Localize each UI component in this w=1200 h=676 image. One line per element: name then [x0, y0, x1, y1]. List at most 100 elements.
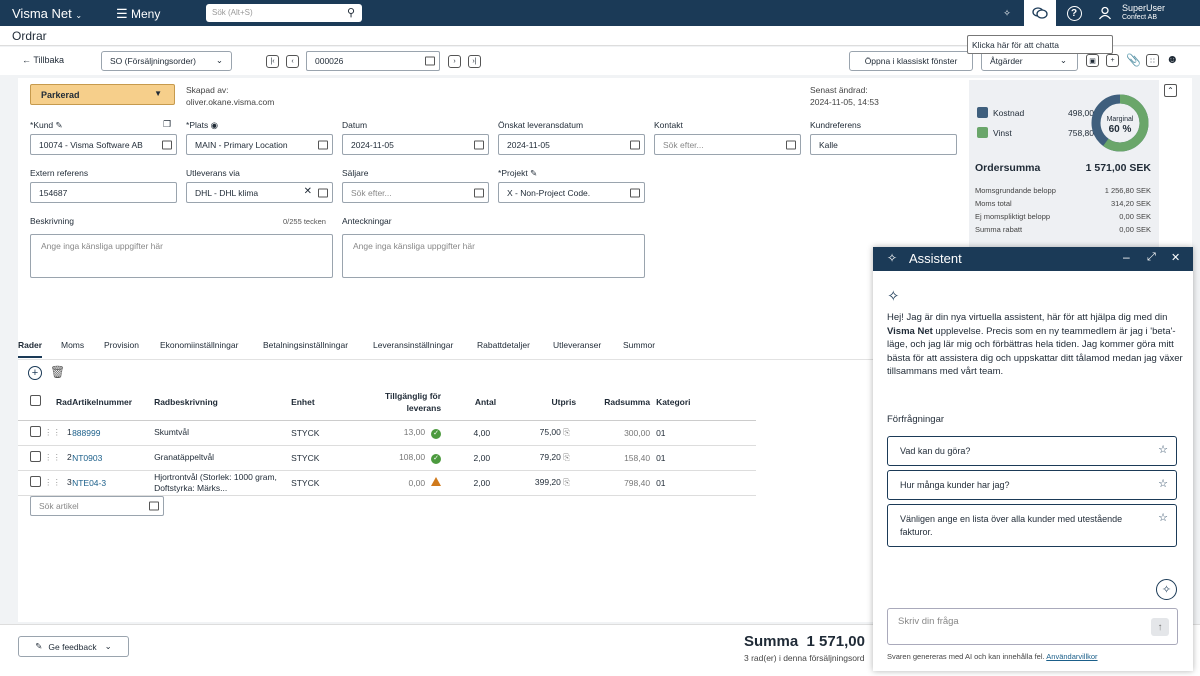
drag-handle-icon[interactable]: ⋮⋮	[44, 477, 61, 487]
tab-ekonomi[interactable]: Ekonomiinställningar	[160, 340, 238, 350]
clear-icon[interactable]: ✕	[304, 186, 312, 197]
chat-icon[interactable]	[1024, 0, 1056, 26]
user-menu[interactable]: SuperUser Confect AB	[1122, 3, 1165, 23]
grid-icon[interactable]: ∷	[1146, 54, 1159, 67]
col-radsumma[interactable]: Radsumma	[576, 384, 657, 421]
close-icon[interactable]: ✕	[1171, 251, 1180, 264]
datum-field[interactable]: 2024-11-05	[342, 134, 489, 155]
col-rad[interactable]: Rad	[42, 384, 73, 421]
row-quantity[interactable]: 2,00	[441, 470, 497, 496]
row-article[interactable]: NT0903	[72, 445, 155, 471]
col-artikel[interactable]: Artikelnummer	[72, 384, 155, 421]
help-icon[interactable]: ?	[1058, 0, 1090, 26]
row-price[interactable]: 399,20 ⎘	[496, 470, 577, 496]
price-override-icon[interactable]: ⎘	[561, 477, 570, 487]
row-checkbox[interactable]	[18, 470, 42, 496]
lookup-icon[interactable]	[162, 140, 172, 149]
kundref-field[interactable]: Kalle	[810, 134, 957, 155]
minimize-icon[interactable]: –	[1123, 250, 1130, 264]
row-checkbox[interactable]	[18, 445, 42, 471]
query-chip[interactable]: Hur många kunder har jag? ☆	[887, 470, 1177, 500]
collapse-icon[interactable]: ⌃	[1164, 84, 1177, 97]
col-antal[interactable]: Antal	[441, 384, 497, 421]
order-number-field[interactable]: 000026	[306, 51, 440, 71]
add-icon[interactable]: +	[1106, 54, 1119, 67]
location-icon[interactable]: ◉	[211, 120, 218, 130]
lookup-icon[interactable]	[474, 188, 484, 197]
feedback-button[interactable]: ✎ Ge feedback ⌄	[18, 636, 129, 657]
star-icon[interactable]: ☆	[1158, 512, 1168, 525]
copy-icon[interactable]: ❐	[163, 119, 171, 130]
extref-field[interactable]: 154687	[30, 182, 177, 203]
calendar-icon[interactable]	[474, 140, 484, 149]
status-select[interactable]: Parkerad ▼	[30, 84, 175, 105]
tab-rader[interactable]: Rader	[18, 340, 43, 358]
sparkle-icon[interactable]: ✧	[991, 0, 1023, 26]
col-utpris[interactable]: Utpris	[496, 384, 577, 421]
saljare-field[interactable]: Sök efter...	[342, 182, 489, 203]
col-besk[interactable]: Radbeskrivning	[154, 384, 292, 421]
anteckningar-textarea[interactable]: Ange inga känsliga uppgifter här	[342, 234, 645, 278]
drag-handle-icon[interactable]: ⋮⋮	[44, 452, 61, 462]
article-search-input[interactable]: Sök artikel	[30, 496, 164, 516]
brand-switcher[interactable]: Visma Net ⌄	[12, 6, 82, 21]
tab-leverans[interactable]: Leveransinställningar	[373, 340, 453, 350]
save-icon[interactable]: ▣	[1086, 54, 1099, 67]
order-type-select[interactable]: SO (Försäljningsorder) ⌄	[101, 51, 232, 71]
row-article[interactable]: 888999	[72, 420, 155, 446]
tab-moms[interactable]: Moms	[61, 340, 84, 350]
lookup-icon[interactable]	[786, 140, 796, 149]
actions-select[interactable]: Åtgärder ⌄	[981, 51, 1078, 71]
price-override-icon[interactable]: ⎘	[561, 427, 570, 437]
row-quantity[interactable]: 4,00	[441, 420, 497, 446]
last-record-icon[interactable]: ›|	[468, 55, 481, 68]
menu-button[interactable]: ☰ Meny	[116, 6, 160, 22]
back-link[interactable]: ← Tillbaka	[22, 55, 64, 65]
table-row[interactable]: ⋮⋮ 3 NTE04-3 Hjortrontvål (Storlek: 1000 gr…	[18, 470, 756, 496]
expand-icon[interactable]: ⤢	[1147, 251, 1156, 264]
plats-field[interactable]: MAIN - Primary Location	[186, 134, 333, 155]
select-all-checkbox[interactable]	[18, 384, 42, 421]
col-tillg[interactable]: Tillgänglig för leverans	[361, 384, 442, 421]
table-row[interactable]: ⋮⋮ 2 NT0903 Granatäppeltvål STYCK 108,00 ✓ 2,00…	[18, 445, 756, 471]
delete-row-icon[interactable]: 🗑	[50, 365, 65, 379]
star-icon[interactable]: ☆	[1158, 444, 1168, 457]
lookup-icon[interactable]	[318, 188, 328, 197]
table-row[interactable]: ⋮⋮ 1 888999 Skumtvål STYCK 13,00 ✓ 4,00 75,00 ⎘ 3…	[18, 420, 756, 446]
leveransdatum-field[interactable]: 2024-11-05	[498, 134, 645, 155]
add-row-icon[interactable]: +	[28, 366, 42, 380]
tab-utleveranser[interactable]: Utleveranser	[553, 340, 601, 350]
first-record-icon[interactable]: |‹	[266, 55, 279, 68]
user-settings-icon[interactable]: ☻	[1166, 52, 1179, 66]
query-chip[interactable]: Vänligen ange en lista över alla kunder …	[887, 504, 1177, 547]
row-checkbox[interactable]	[18, 420, 42, 446]
utleverans-field[interactable]: DHL - DHL klima ✕	[186, 182, 333, 203]
open-classic-button[interactable]: Öppna i klassiskt fönster	[849, 51, 973, 71]
user-icon[interactable]	[1092, 0, 1118, 26]
terms-link[interactable]: Användarvillkor	[1046, 652, 1097, 661]
tab-betalning[interactable]: Betalningsinställningar	[263, 340, 348, 350]
new-chat-icon[interactable]: ✧	[1156, 579, 1177, 600]
row-price[interactable]: 79,20 ⎘	[496, 445, 577, 471]
edit-icon[interactable]: ✎	[56, 120, 63, 130]
attachment-icon[interactable]: 📎	[1126, 53, 1141, 67]
projekt-field[interactable]: X - Non-Project Code.	[498, 182, 645, 203]
prev-record-icon[interactable]: ‹	[286, 55, 299, 68]
kund-field[interactable]: 10074 - Visma Software AB	[30, 134, 177, 155]
search-icon[interactable]: ⚲	[347, 6, 355, 19]
question-input[interactable]: Skriv din fråga ↑	[887, 608, 1178, 645]
query-chip[interactable]: Vad kan du göra? ☆	[887, 436, 1177, 466]
row-price[interactable]: 75,00 ⎘	[496, 420, 577, 446]
lookup-icon[interactable]	[318, 140, 328, 149]
row-article[interactable]: NTE04-3	[72, 470, 155, 496]
row-quantity[interactable]: 2,00	[441, 445, 497, 471]
lookup-icon[interactable]	[630, 188, 640, 197]
col-kategori[interactable]: Kategori	[656, 384, 756, 421]
send-icon[interactable]: ↑	[1151, 618, 1169, 636]
beskrivning-textarea[interactable]: Ange inga känsliga uppgifter här	[30, 234, 333, 278]
tab-provision[interactable]: Provision	[104, 340, 139, 350]
edit-icon[interactable]: ✎	[530, 168, 537, 178]
col-enhet[interactable]: Enhet	[291, 384, 362, 421]
lookup-icon[interactable]	[149, 501, 159, 511]
kontakt-field[interactable]: Sök efter...	[654, 134, 801, 155]
